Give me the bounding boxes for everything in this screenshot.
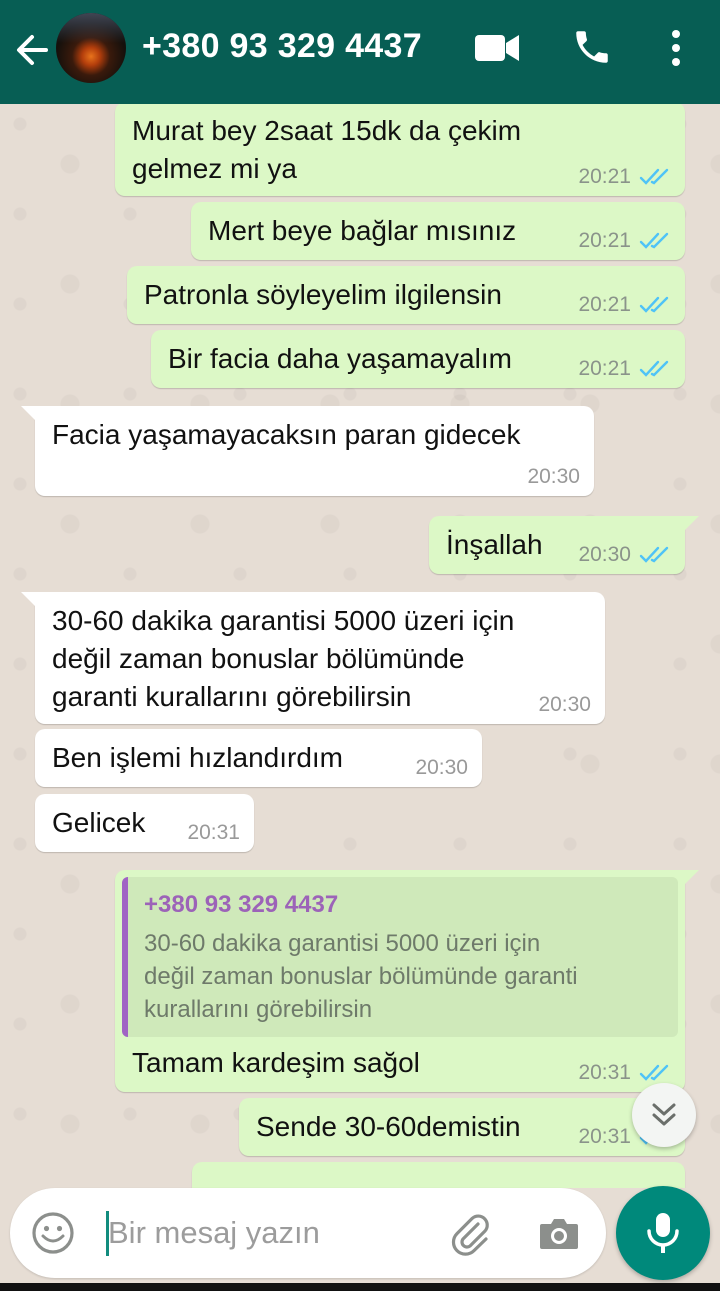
system-nav-strip [0,1283,720,1291]
message-time: 20:30 [578,543,631,566]
message-meta: 20:31 [187,821,240,845]
message-text: 30-60 dakika garantisi 5000 üzeri için d… [52,605,515,712]
message-meta: 20:30 [538,693,591,717]
message-time: 20:21 [578,293,631,316]
message-text: Mert beye bağlar mısınız [208,215,517,246]
camera-icon[interactable] [536,1210,582,1256]
quote-bar [122,877,128,1037]
message-text: Tamam kardeşim sağol [132,1047,420,1078]
message-bubble[interactable]: Patronla söyleyelim ilgilensin 20:21 [127,266,685,324]
message-text: Murat bey 2saat 15dk da çekim gelmez mi … [132,115,522,184]
phone-icon[interactable] [571,26,613,68]
message-bubble[interactable]: Bir facia daha yaşamayalım 20:21 [151,330,685,388]
message-meta: 20:31 [578,1061,671,1085]
read-ticks-icon [639,360,669,377]
message-bubble[interactable]: 30-60 dakika garantisi 5000 üzeri için d… [21,592,605,724]
message-meta: 20:21 [578,357,671,381]
message-time: 20:31 [187,821,240,844]
read-ticks-icon [639,232,669,249]
message-meta: 20:21 [578,293,671,317]
message-meta: 20:21 [578,165,671,189]
message-text: Sende 30-60demistin [256,1111,521,1142]
chat-area[interactable]: Murat bey 2saat 15dk da çekim gelmez mi … [0,104,720,1188]
message-meta: 20:21 [578,229,671,253]
message-time: 20:21 [578,229,631,252]
message-bubble[interactable]: Murat bey 2saat 15dk da çekim gelmez mi … [115,104,685,196]
message-time: 20:30 [527,465,580,488]
scroll-down-button[interactable] [632,1083,696,1147]
message-text: Facia yaşamayacaksın paran gidecek [52,419,521,450]
quoted-message[interactable]: +380 93 329 4437 30-60 dakika garantisi … [122,877,678,1037]
message-meta: 20:30 [527,465,580,489]
videocam-icon[interactable] [474,33,520,63]
chat-header: +380 93 329 4437 [0,0,720,104]
message-time: 20:21 [578,357,631,380]
message-text: Ben işlemi hızlandırdım [52,742,344,773]
message-time: 20:30 [538,693,591,716]
message-bubble[interactable]: Facia yaşamayacaksın paran gidecek 20:30 [21,406,594,496]
read-ticks-icon [639,296,669,313]
paperclip-icon[interactable] [448,1210,494,1256]
double-chevron-down-icon [652,1103,676,1126]
read-ticks-icon [639,168,669,185]
arrow-left-icon[interactable] [12,30,52,70]
contact-name[interactable]: +380 93 329 4437 [142,27,422,66]
message-composer [10,1188,606,1278]
message-time: 20:30 [415,756,468,779]
message-bubble-partial[interactable] [192,1162,685,1188]
reply-message-bubble[interactable]: +380 93 329 4437 30-60 dakika garantisi … [115,870,699,1092]
voice-record-button[interactable] [616,1186,710,1280]
more-vert-icon[interactable] [664,28,688,68]
message-bubble[interactable]: İnşallah 20:30 [429,516,699,574]
quote-text: 30-60 dakika garantisi 5000 üzeri için d… [144,930,578,1023]
message-bubble[interactable]: Ben işlemi hızlandırdım 20:30 [35,729,482,787]
read-ticks-icon [639,1064,669,1081]
message-bubble[interactable]: Sende 30-60demistin 20:31 [239,1098,685,1156]
message-text: İnşallah [446,529,543,560]
emoji-icon[interactable] [30,1210,76,1256]
message-meta: 20:30 [415,756,468,780]
mic-icon [647,1213,679,1253]
message-time: 20:31 [578,1125,631,1148]
message-time: 20:21 [578,165,631,188]
message-meta: 20:30 [578,543,671,567]
message-time: 20:31 [578,1061,631,1084]
message-text: Bir facia daha yaşamayalım [168,343,512,374]
read-ticks-icon [639,546,669,563]
message-text: Gelicek [52,807,146,838]
message-bubble[interactable]: Gelicek 20:31 [35,794,254,852]
message-input[interactable] [108,1206,438,1260]
message-bubble[interactable]: Mert beye bağlar mısınız 20:21 [191,202,685,260]
quote-author: +380 93 329 4437 [144,891,339,918]
contact-avatar[interactable] [56,13,126,83]
message-text: Patronla söyleyelim ilgilensin [144,279,502,310]
